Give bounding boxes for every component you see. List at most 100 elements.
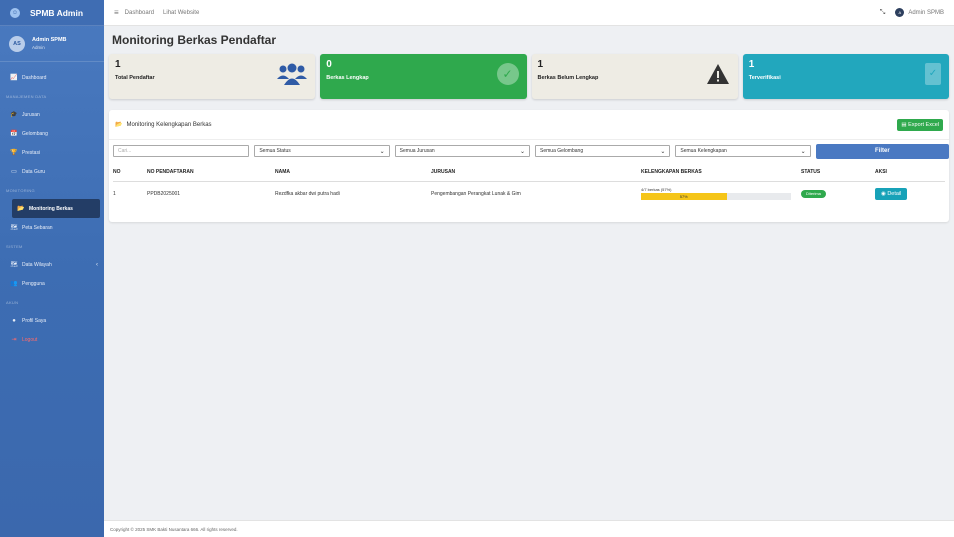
chevron-down-icon: ⌄ (379, 148, 385, 155)
sidebar-item-prestasi[interactable]: 🏆 Prestasi (0, 143, 104, 162)
sidebar-nav: 📈 Dashboard MANAJEMEN DATA 🎓 Jurusan 📅 Gelomba… (0, 62, 104, 349)
col-aksi: AKSI (875, 164, 945, 182)
chevron-left-icon: ‹ (96, 261, 98, 268)
nav-header: MANAJEMEN DATA (6, 93, 47, 99)
card-label: Berkas Lengkap (326, 75, 369, 81)
calendar-icon: 📅 (10, 131, 18, 137)
cell-nama: Rezdfka akbar dwi putra hadi (275, 190, 340, 197)
nav-header: MONITORING (6, 187, 35, 193)
sidebar-item-label: Dashboard (22, 74, 47, 81)
sidebar-item-profil-saya[interactable]: ● Profil Saya (0, 311, 104, 330)
page-title: Monitoring Berkas Pendaftar (112, 33, 277, 47)
cell-jurusan: Pengembangan Perangkat Lunak & Gim (431, 190, 521, 197)
detail-button[interactable]: ◉ Detail (875, 187, 908, 200)
panel-title: 📂 Monitoring Kelengkapan Berkas (115, 121, 212, 128)
map-marked-icon: 🗺 (10, 262, 18, 268)
hamburger-menu-icon[interactable]: ≡ (114, 8, 119, 17)
export-excel-button[interactable]: ▤ Export Excel (897, 118, 943, 131)
brand[interactable]: ☺ SPMB Admin (0, 0, 104, 26)
panel-title-text: Monitoring Kelengkapan Berkas (126, 122, 212, 128)
user-panel[interactable]: AS Admin SPMB Admin (0, 26, 104, 62)
sidebar-item-data-guru[interactable]: ▭ Data Guru (0, 162, 104, 181)
sidebar-item-gelombang[interactable]: 📅 Gelombang (0, 124, 104, 143)
col-no: NO (113, 164, 147, 182)
progress-wrap: 4/7 berkas (57%) 57% (641, 187, 791, 201)
jurusan-select-value: Semua Jurusan (399, 148, 435, 154)
stat-cards: 1 Total Pendaftar 0 Berkas Lengkap ✓ 1 B… (109, 54, 949, 99)
card-terverifikasi: 1 Terverifikasi ✓ (742, 54, 949, 99)
chevron-down-icon: ⌄ (660, 148, 666, 155)
card-value: 1 (537, 59, 544, 70)
clipboard-check-icon: ✓ (925, 63, 941, 85)
user-circle-icon: ● (12, 317, 16, 324)
sidebar-item-data-wilayah[interactable]: 🗺 Data Wilayah ‹ (0, 255, 104, 274)
warning-icon (706, 63, 730, 89)
cell-no: 1 (113, 190, 116, 197)
sidebar-item-jurusan[interactable]: 🎓 Jurusan (0, 105, 104, 124)
sidebar-item-label: Gelombang (22, 130, 48, 137)
folder-open-icon: 📂 (115, 122, 123, 128)
sidebar-item-label: Pengguna (22, 280, 45, 287)
col-nama: NAMA (275, 164, 431, 182)
panel-header: 📂 Monitoring Kelengkapan Berkas ▤ Export … (109, 110, 949, 140)
detail-label: Detail (887, 190, 902, 197)
sidebar-item-label: Data Wilayah (22, 261, 52, 268)
check-circle-icon: ✓ (496, 63, 519, 85)
card-value: 0 (326, 59, 332, 70)
gelombang-select[interactable]: Semua Gelombang ⌄ (535, 145, 671, 157)
chart-line-icon: 📈 (10, 75, 18, 81)
chevron-down-icon: ⌄ (519, 148, 526, 155)
progress-text: 4/7 berkas (57%) (641, 187, 672, 193)
cell-aksi: ◉ Detail (875, 181, 945, 206)
sidebar-item-label: Monitoring Berkas (29, 205, 73, 212)
users-cog-icon: 👥 (10, 281, 18, 287)
kelengkapan-select[interactable]: Semua Kelengkapan ⌄ (675, 145, 811, 157)
topbar-avatar[interactable]: A (895, 8, 905, 17)
nav-header: AKUN (6, 299, 19, 305)
user-info: Admin SPMB Admin (32, 36, 67, 52)
berkas-table: NO NO PENDAFTARAN NAMA JURUSAN KELENGKAP… (113, 164, 945, 206)
sidebar-item-pengguna[interactable]: 👥 Pengguna (0, 274, 104, 293)
sidebar-item-label: Jurusan (22, 111, 40, 118)
jurusan-select[interactable]: Semua Jurusan ⌄ (394, 145, 531, 157)
graduation-cap-icon: 🎓 (10, 112, 18, 118)
card-label: Terverifikasi (748, 75, 781, 81)
folder-open-icon: 📂 (17, 206, 25, 212)
card-total-pendaftar: 1 Total Pendaftar (109, 54, 316, 99)
card-berkas-lengkap: 0 Berkas Lengkap ✓ (320, 54, 527, 99)
main-content: Monitoring Berkas Pendaftar 1 Total Pend… (104, 26, 954, 520)
fullscreen-icon[interactable]: ⤡ (880, 9, 886, 17)
filter-bar: Cari... Semua Status ⌄ Semua Jurusan ⌄ Sem… (109, 141, 950, 161)
sidebar-item-peta-sebaran[interactable]: 🗺 Peta Sebaran (0, 218, 104, 237)
chevron-down-icon: ⌄ (800, 148, 806, 155)
progress-bar: 57% (641, 193, 791, 201)
col-no-pendaftaran: NO PENDAFTARAN (147, 164, 275, 182)
kelengkapan-select-value: Semua Kelengkapan (680, 148, 727, 154)
brand-logo-icon: ☺ (10, 7, 20, 18)
filter-button[interactable]: Filter (815, 143, 950, 159)
topbar-user-name[interactable]: Admin SPMB (908, 10, 944, 16)
footer: Copyright © 2025 SMK Bakti Nusantara 666… (104, 520, 954, 537)
sidebar-item-dashboard[interactable]: 📈 Dashboard (0, 68, 104, 87)
topbar-link-website[interactable]: Lihat Website (163, 10, 199, 16)
user-role: Admin (32, 44, 45, 50)
users-icon (277, 63, 308, 89)
trophy-icon: 🏆 (10, 150, 18, 156)
sidebar-item-label: Profil Saya (22, 317, 47, 324)
export-excel-label: Export Excel (908, 121, 939, 128)
sidebar-item-logout[interactable]: ⇥ Logout (0, 330, 104, 349)
topbar-link-dashboard[interactable]: Dashboard (125, 10, 154, 16)
sidebar-item-label: Peta Sebaran (22, 224, 53, 231)
sidebar-item-monitoring-berkas[interactable]: 📂 Monitoring Berkas (12, 199, 100, 218)
gelombang-select-value: Semua Gelombang (540, 148, 584, 154)
sidebar-item-label: Data Guru (22, 168, 46, 175)
nav-header: SISTEM (6, 243, 23, 249)
status-select[interactable]: Semua Status ⌄ (254, 145, 390, 157)
search-input[interactable]: Cari... (113, 145, 250, 157)
card-berkas-belum-lengkap: 1 Berkas Belum Lengkap (531, 54, 738, 99)
topbar-right: ⤡ A Admin SPMB (880, 8, 944, 17)
sidebar: ☺ SPMB Admin AS Admin SPMB Admin 📈 Dashbo… (0, 0, 104, 537)
chalkboard-icon: ▭ (11, 169, 17, 175)
user-name: Admin SPMB (32, 36, 67, 43)
cell-no-pendaftaran: PPDB2025001 (147, 190, 181, 197)
